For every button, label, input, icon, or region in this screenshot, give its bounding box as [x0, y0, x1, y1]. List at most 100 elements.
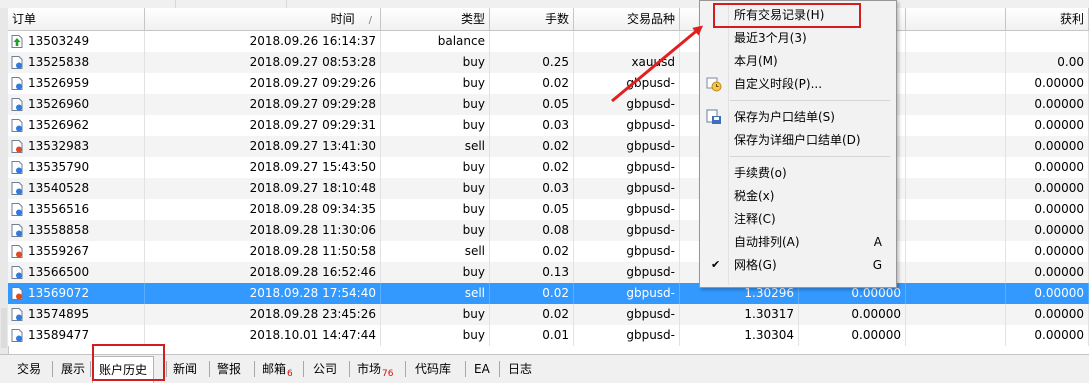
menu-item-custom-period[interactable]: 自定义时段(P)... — [700, 73, 896, 95]
tab-separator — [465, 361, 466, 377]
save-report-icon — [706, 109, 721, 124]
table-row[interactable]: 13503249 2018.09.26 16:14:37 balance — [8, 31, 1089, 52]
tab-label: 公司 — [313, 362, 338, 376]
col-profit-value: 0.00000 — [1034, 286, 1084, 300]
tab-separator — [254, 361, 255, 377]
menu-item-taxes[interactable]: 税金(x) — [700, 185, 896, 207]
col-lots-cell: 0.02 — [490, 241, 574, 262]
tab-news[interactable]: 新闻 — [173, 359, 197, 379]
tab-trade[interactable]: 交易 — [17, 359, 41, 379]
header-label: 时间 — [330, 12, 355, 26]
header-col-type[interactable]: 类型 — [381, 8, 490, 30]
table-row[interactable]: 13574895 2018.09.28 23:45:26 buy 0.02 gbpusd… — [8, 304, 1089, 325]
header-col-tp[interactable] — [906, 8, 1006, 30]
col-type-value: buy — [462, 160, 485, 174]
tab-separator — [303, 361, 304, 377]
tab-code-base[interactable]: 代码库 — [415, 359, 451, 379]
table-row[interactable]: 13535790 2018.09.27 15:43:50 buy 0.02 gbpusd… — [8, 157, 1089, 178]
table-row[interactable]: 13559267 2018.09.28 11:50:58 sell 0.02 gbpus… — [8, 241, 1089, 262]
table-row[interactable]: 13589477 2018.10.01 14:47:44 buy 0.01 gbpusd… — [8, 325, 1089, 346]
tab-market[interactable]: 市场76 — [357, 359, 393, 379]
header-label: 获利 — [1059, 12, 1084, 26]
col-type-cell: buy — [381, 52, 490, 73]
tab-alerts[interactable]: 警报 — [217, 359, 241, 379]
table-row[interactable]: 13540528 2018.09.27 18:10:48 buy 0.03 gbpusd… — [8, 178, 1089, 199]
col-symbol-value: xauusd — [631, 55, 675, 69]
table-row[interactable]: 13526959 2018.09.27 09:29:26 buy 0.02 gbpusd… — [8, 73, 1089, 94]
col-type-value: buy — [462, 76, 485, 90]
panel-grip[interactable] — [1, 308, 7, 348]
col-symbol-cell: gbpusd- — [574, 157, 680, 178]
col-lots-value: 0.25 — [542, 55, 569, 69]
col-order-value: 13558858 — [28, 223, 90, 237]
col-lots-value: 0.01 — [542, 328, 569, 342]
tab-mailbox[interactable]: 邮箱6 — [262, 359, 293, 379]
col-order-cell: 13525838 — [8, 52, 145, 73]
col-tp-cell — [906, 262, 1006, 283]
col-symbol-cell: gbpusd- — [574, 241, 680, 262]
col-time-cell: 2018.09.28 09:34:35 — [145, 199, 381, 220]
col-profit-value: 0.00000 — [1034, 244, 1084, 258]
col-order-value: 13526962 — [28, 118, 90, 132]
col-time-cell: 2018.09.28 16:52:46 — [145, 262, 381, 283]
table-row[interactable]: 13526960 2018.09.27 09:29:28 buy 0.05 gbpusd… — [8, 94, 1089, 115]
header-label: 订单 — [12, 12, 37, 26]
col-type-cell: buy — [381, 325, 490, 346]
menu-item-comment[interactable]: 注释(C) — [700, 208, 896, 230]
menu-item-label: 保存为户口结单(S) — [734, 110, 835, 124]
col-type-value: sell — [464, 244, 485, 258]
col-lots-cell: 0.05 — [490, 199, 574, 220]
col-time-cell: 2018.09.27 08:53:28 — [145, 52, 381, 73]
calendar-clock-icon — [706, 77, 722, 92]
col-lots-value: 0.13 — [542, 265, 569, 279]
table-row[interactable]: 13532983 2018.09.27 13:41:30 sell 0.02 gbpus… — [8, 136, 1089, 157]
buy-order-icon — [11, 329, 23, 342]
table-row[interactable]: 13569072 2018.09.28 17:54:40 sell 0.02 gbpus… — [8, 283, 1089, 304]
col-lots-value: 0.02 — [542, 286, 569, 300]
col-time-value: 2018.09.27 18:10:48 — [249, 181, 376, 195]
table-row[interactable]: 13556516 2018.09.28 09:34:35 buy 0.05 gbpusd… — [8, 199, 1089, 220]
table-row[interactable]: 13526962 2018.09.27 09:29:31 buy 0.03 gbpusd… — [8, 115, 1089, 136]
menu-item-auto-arrange[interactable]: 自动排列(A) A — [700, 231, 896, 253]
col-order-cell: 13566500 — [8, 262, 145, 283]
tab-ea[interactable]: EA — [474, 359, 490, 379]
header-col-symbol[interactable]: 交易品种 — [574, 8, 680, 30]
col-order-cell: 13559267 — [8, 241, 145, 262]
menu-item-save-report[interactable]: 保存为户口结单(S) — [700, 106, 896, 128]
col-type-cell: balance — [381, 31, 490, 52]
header-col-lots[interactable]: 手数 — [490, 8, 574, 30]
col-order-value: 13589477 — [28, 328, 90, 342]
col-lots-cell: 0.02 — [490, 304, 574, 325]
table-row[interactable]: 13525838 2018.09.27 08:53:28 buy 0.25 xauusd… — [8, 52, 1089, 73]
header-col-profit[interactable]: 获利 — [1006, 8, 1089, 30]
col-time-cell: 2018.09.28 17:54:40 — [145, 283, 381, 304]
tab-label: 市场 — [357, 362, 382, 376]
menu-item-last-3-months[interactable]: 最近3个月(3) — [700, 27, 896, 49]
header-col-time[interactable]: 时间 / — [145, 8, 381, 30]
col-symbol-cell: xauusd — [574, 52, 680, 73]
menu-item-grid[interactable]: 网格(G) G ✔ — [700, 254, 896, 276]
col-price-value: 1.30317 — [744, 307, 794, 321]
col-symbol-cell: gbpusd- — [574, 304, 680, 325]
table-row[interactable]: 13566500 2018.09.28 16:52:46 buy 0.13 gbpusd… — [8, 262, 1089, 283]
tab-separator — [405, 361, 406, 377]
header-col-order[interactable]: 订单 — [8, 8, 145, 30]
col-type-value: buy — [462, 265, 485, 279]
col-profit-value: 0.00000 — [1034, 76, 1084, 90]
menu-item-commission[interactable]: 手续费(o) — [700, 162, 896, 184]
tab-exposure[interactable]: 展示 — [61, 359, 85, 379]
menu-item-label: 手续费(o) — [734, 166, 787, 180]
table-header: 订单 时间 / 类型 手数 交易品种 获利 — [8, 8, 1089, 31]
menu-item-this-month[interactable]: 本月(M) — [700, 50, 896, 72]
col-symbol-cell: gbpusd- — [574, 325, 680, 346]
col-order-value: 13556516 — [28, 202, 90, 216]
tab-company[interactable]: 公司 — [313, 359, 337, 379]
col-sl-value: 0.00000 — [851, 286, 901, 300]
menu-item-save-detailed-report[interactable]: 保存为详细户口结单(D) — [700, 129, 896, 151]
tab-journal[interactable]: 日志 — [508, 359, 532, 379]
sell-order-icon — [11, 245, 23, 258]
col-symbol-cell: gbpusd- — [574, 73, 680, 94]
col-time-value: 2018.10.01 14:47:44 — [249, 328, 376, 342]
col-type-cell: buy — [381, 199, 490, 220]
table-row[interactable]: 13558858 2018.09.28 11:30:06 buy 0.08 gbpusd… — [8, 220, 1089, 241]
